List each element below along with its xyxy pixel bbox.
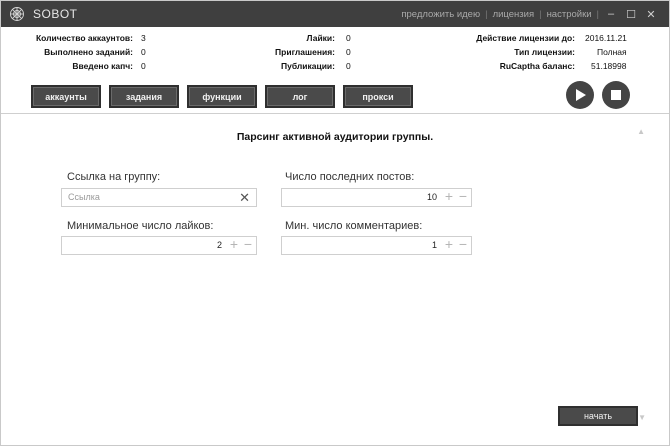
plus-icon[interactable]: +: [445, 188, 453, 204]
recent-posts-label: Число последних постов:: [285, 171, 415, 183]
stat-license-expiry-value: 2016.11.21: [585, 33, 627, 43]
stat-label: Количество аккаунтов:: [35, 33, 133, 43]
group-link-placeholder: Ссылка: [68, 192, 100, 202]
main-nav: аккаунты задания функции лог прокси: [31, 85, 413, 108]
close-button[interactable]: ✕: [641, 8, 661, 21]
title-bar: SOBOT предложить идею | лицензия | настр…: [1, 1, 669, 27]
stat-license-type-value: Полная: [597, 47, 627, 57]
group-link-input[interactable]: Ссылка ✕: [61, 188, 257, 207]
play-icon: [576, 89, 586, 101]
minimize-button[interactable]: –: [601, 8, 621, 20]
nav-proxy-button[interactable]: прокси: [343, 85, 413, 108]
stat-tasks-done: Выполнено заданий:: [1, 45, 133, 59]
scroll-down-icon[interactable]: ▼: [638, 413, 646, 422]
nav-tasks-button[interactable]: задания: [109, 85, 179, 108]
menu-license[interactable]: лицензия: [490, 9, 538, 20]
plus-icon[interactable]: +: [445, 236, 453, 252]
minus-icon[interactable]: −: [459, 188, 467, 204]
clear-icon[interactable]: ✕: [239, 190, 250, 206]
start-button[interactable]: начать: [558, 406, 638, 426]
stat-license-type: Тип лицензии:: [401, 45, 575, 59]
recent-posts-value: 10: [426, 192, 437, 202]
section-title: Парсинг активной аудитории группы.: [236, 131, 434, 143]
recent-posts-stepper[interactable]: 10 + −: [281, 188, 472, 207]
stat-label: Введено капч:: [72, 61, 133, 71]
min-comments-label: Мин. число комментариев:: [285, 220, 423, 232]
stat-label: Приглашения:: [275, 47, 335, 57]
stat-rucaptcha-value: 51.18998: [591, 61, 627, 71]
stat-captchas-value: 0: [141, 61, 146, 71]
stat-label: RuCaptha баланс:: [499, 61, 575, 71]
stat-publications: Публикации:: [201, 59, 335, 73]
nav-functions-button[interactable]: функции: [187, 85, 257, 108]
stat-license-expiry: Действие лицензии до:: [401, 31, 575, 45]
stat-label: Публикации:: [281, 61, 335, 71]
stat-invites: Приглашения:: [201, 45, 335, 59]
maximize-button[interactable]: ☐: [621, 8, 641, 21]
stat-label: Тип лицензии:: [514, 47, 575, 57]
stop-icon: [611, 90, 621, 100]
play-button[interactable]: [566, 81, 594, 109]
group-link-label: Ссылка на группу:: [67, 171, 161, 183]
stat-likes-value: 0: [346, 33, 351, 43]
stat-tasks-value: 0: [141, 47, 146, 57]
menu-settings[interactable]: настройки: [544, 9, 595, 20]
stat-label: Лайки:: [306, 33, 335, 43]
title-menu: предложить идею | лицензия | настройки |…: [398, 1, 661, 27]
stat-accounts-value: 3: [141, 33, 146, 43]
app-title: SOBOT: [33, 7, 78, 21]
menu-suggest-idea[interactable]: предложить идею: [398, 9, 483, 20]
stat-invites-value: 0: [346, 47, 351, 57]
min-likes-stepper[interactable]: 2 + −: [61, 236, 257, 255]
scroll-up-icon[interactable]: ▲: [637, 127, 645, 136]
minus-icon[interactable]: −: [244, 236, 252, 252]
stats-panel: Количество аккаунтов: 3 Выполнено задани…: [1, 31, 669, 75]
nav-log-button[interactable]: лог: [265, 85, 335, 108]
min-likes-value: 2: [216, 240, 222, 250]
stat-rucaptcha-balance: RuCaptha баланс:: [401, 59, 575, 73]
stat-label: Выполнено заданий:: [44, 47, 133, 57]
plus-icon[interactable]: +: [230, 236, 238, 252]
stat-likes: Лайки:: [201, 31, 335, 45]
min-comments-value: 1: [431, 240, 437, 250]
stat-label: Действие лицензии до:: [476, 33, 575, 43]
stop-button[interactable]: [602, 81, 630, 109]
stat-captchas: Введено капч:: [1, 59, 133, 73]
stat-accounts-count: Количество аккаунтов:: [1, 31, 133, 45]
minus-icon[interactable]: −: [459, 236, 467, 252]
min-comments-stepper[interactable]: 1 + −: [281, 236, 472, 255]
nav-accounts-button[interactable]: аккаунты: [31, 85, 101, 108]
app-window: SOBOT предложить идею | лицензия | настр…: [0, 0, 670, 446]
web-logo-icon: [10, 7, 24, 21]
min-likes-label: Минимальное число лайков:: [67, 220, 214, 232]
divider: [1, 113, 669, 114]
stat-publications-value: 0: [346, 61, 351, 71]
